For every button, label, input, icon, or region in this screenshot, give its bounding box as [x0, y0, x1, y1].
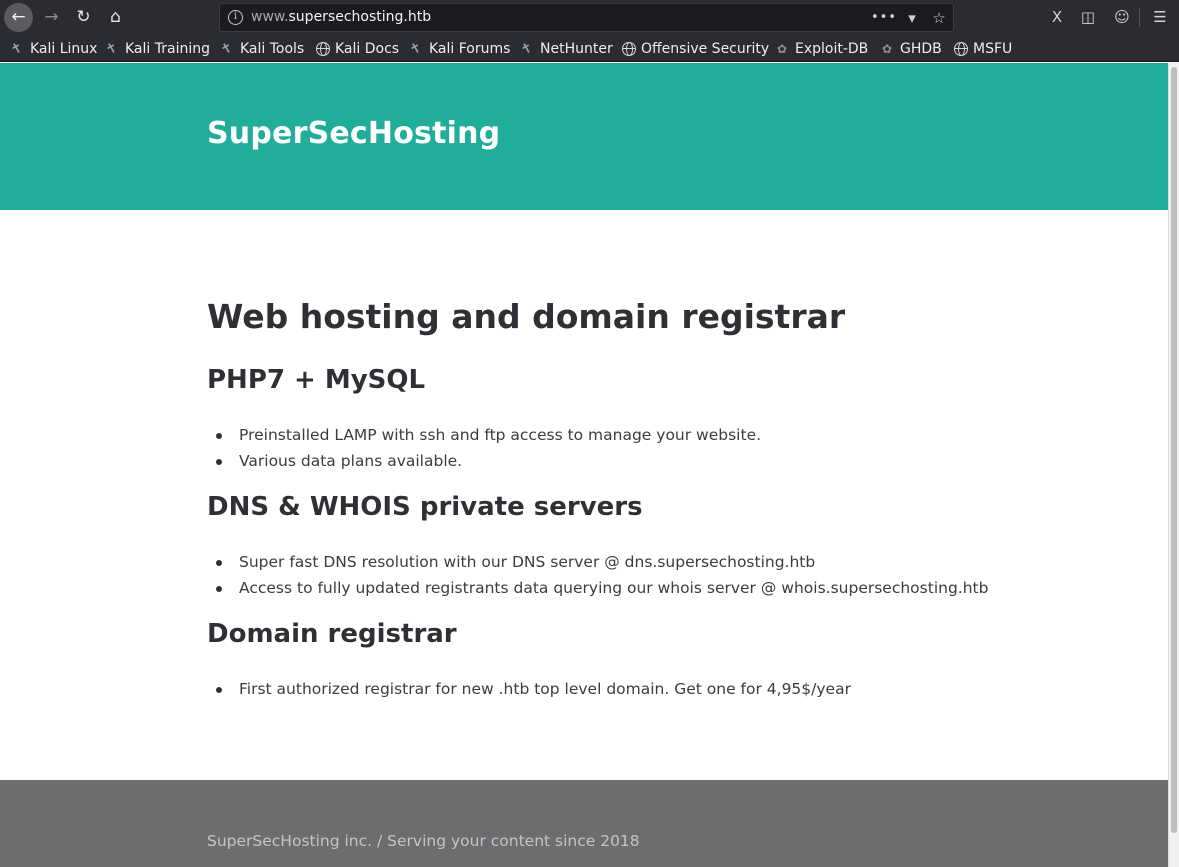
bookmark-label: Kali Docs — [335, 41, 400, 57]
globe-icon — [954, 42, 968, 56]
page-viewport: SuperSecHosting Web hosting and domain r… — [0, 63, 1168, 867]
bookmark-msfu[interactable]: MSFU — [954, 39, 1012, 59]
browser-toolbar: ← → ↻ ⌂ i www.supersechosting.htb ••• ▾ … — [0, 0, 1179, 35]
page-footer: SuperSecHosting inc. / Serving your cont… — [0, 780, 1168, 867]
library-icon[interactable]: Ⅹ — [1045, 6, 1069, 28]
page-headline: Web hosting and domain registrar — [207, 297, 846, 336]
pocket-icon[interactable]: ▾ — [901, 8, 923, 28]
scrollbar-thumb[interactable] — [1171, 67, 1177, 833]
feature-list: Super fast DNS resolution with our DNS s… — [207, 549, 988, 601]
bookmark-kali-tools[interactable]: ✝ Kali Tools — [217, 39, 305, 59]
bookmark-label: Kali Tools — [240, 41, 305, 57]
page-actions-icon[interactable]: ••• — [871, 8, 896, 28]
bookmark-star-icon[interactable]: ☆ — [928, 8, 950, 28]
vertical-scrollbar[interactable] — [1168, 63, 1179, 867]
bookmark-label: NetHunter — [540, 41, 613, 57]
bookmark-label: Kali Forums — [429, 41, 511, 57]
kali-dragon-icon: ✝ — [7, 39, 27, 59]
bookmark-label: Exploit-DB — [795, 41, 869, 57]
feature-list: Preinstalled LAMP with ssh and ftp acces… — [207, 422, 761, 474]
site-info-icon[interactable]: i — [228, 10, 243, 25]
bookmark-exploit-db[interactable]: ✿ Exploit-DB — [774, 39, 868, 59]
bookmark-label: GHDB — [900, 41, 942, 57]
feature-list: First authorized registrar for new .htb … — [207, 676, 851, 702]
forward-arrow-icon[interactable]: → — [37, 3, 66, 32]
hero-banner: SuperSecHosting — [0, 63, 1168, 210]
kali-dragon-icon: ✝ — [217, 39, 237, 59]
list-item: Super fast DNS resolution with our DNS s… — [207, 549, 988, 575]
globe-icon — [622, 42, 636, 56]
hamburger-menu-icon[interactable]: ☰ — [1148, 6, 1172, 28]
reload-icon[interactable]: ↻ — [69, 3, 98, 32]
back-arrow-icon[interactable]: ← — [4, 3, 33, 32]
bug-icon: ✿ — [776, 42, 788, 56]
bookmark-kali-docs[interactable]: Kali Docs — [316, 39, 399, 59]
list-item: Access to fully updated registrants data… — [207, 575, 988, 601]
list-item: First authorized registrar for new .htb … — [207, 676, 851, 702]
section-title: Domain registrar — [207, 619, 457, 649]
globe-icon — [316, 42, 330, 56]
bookmarks-toolbar: ✝ Kali Linux ✝ Kali Training ✝ Kali Tool… — [0, 35, 1179, 62]
list-item: Various data plans available. — [207, 448, 761, 474]
list-item: Preinstalled LAMP with ssh and ftp acces… — [207, 422, 761, 448]
url-text[interactable]: www.supersechosting.htb — [251, 9, 431, 25]
section-title: PHP7 + MySQL — [207, 365, 426, 395]
bookmark-ghdb[interactable]: ✿ GHDB — [879, 39, 942, 59]
bookmark-label: Kali Training — [125, 41, 210, 57]
account-icon[interactable]: ☺ — [1110, 6, 1134, 28]
home-icon[interactable]: ⌂ — [101, 3, 130, 32]
site-brand: SuperSecHosting — [207, 116, 501, 151]
toolbar-divider — [1139, 8, 1140, 27]
bug-icon: ✿ — [881, 42, 893, 56]
bookmark-label: Kali Linux — [30, 41, 98, 57]
sidebar-icon[interactable]: ◫ — [1076, 6, 1100, 28]
url-host-prefix: www. — [251, 9, 289, 25]
bookmark-kali-training[interactable]: ✝ Kali Training — [102, 39, 210, 59]
kali-dragon-icon: ✝ — [517, 39, 537, 59]
bookmark-label: Offensive Security — [641, 41, 770, 57]
kali-dragon-icon: ✝ — [102, 39, 122, 59]
address-bar[interactable]: i www.supersechosting.htb ••• ▾ ☆ — [219, 3, 954, 32]
section-title: DNS & WHOIS private servers — [207, 492, 643, 522]
kali-dragon-icon: ✝ — [406, 39, 426, 59]
bookmark-offensive-security[interactable]: Offensive Security — [622, 39, 769, 59]
bookmark-nethunter[interactable]: ✝ NetHunter — [517, 39, 613, 59]
bookmark-kali-forums[interactable]: ✝ Kali Forums — [406, 39, 511, 59]
bookmark-label: MSFU — [973, 41, 1013, 57]
bookmark-kali-linux[interactable]: ✝ Kali Linux — [7, 39, 98, 59]
url-host-main: supersechosting.htb — [288, 9, 432, 25]
footer-text: SuperSecHosting inc. / Serving your cont… — [207, 832, 640, 850]
